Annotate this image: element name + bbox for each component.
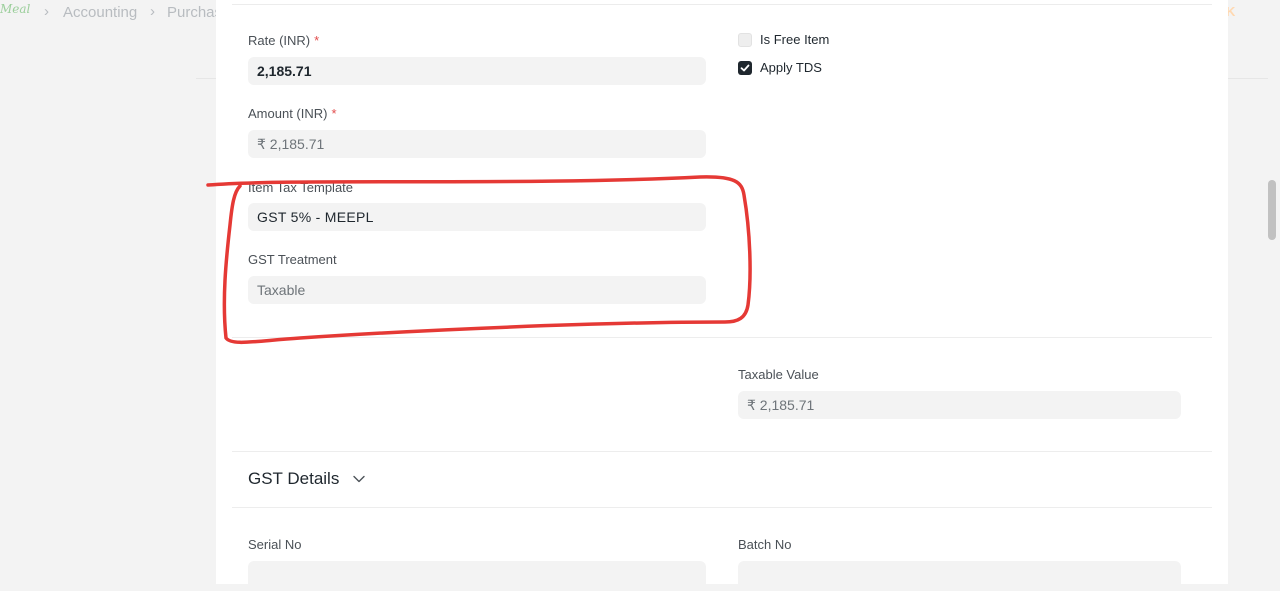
scrollbar-thumb[interactable] <box>1268 180 1276 240</box>
breadcrumb-item-accounting[interactable]: Accounting <box>63 4 137 21</box>
rate-input[interactable]: 2,185.71 <box>248 57 706 85</box>
required-mark: * <box>331 106 337 121</box>
rate-label: Rate (INR) * <box>248 33 320 48</box>
breadcrumb-item-purchase[interactable]: Purchas <box>167 4 222 21</box>
amount-label: Amount (INR) * <box>248 106 337 121</box>
item-tax-template-label: Item Tax Template <box>248 180 354 195</box>
amount-field: ₹ 2,185.71 <box>248 130 706 158</box>
gst-treatment-field: Taxable <box>248 276 706 304</box>
gst-details-section-title[interactable]: GST Details <box>248 469 339 489</box>
breadcrumb-separator-icon: › <box>150 3 155 20</box>
divider <box>196 78 216 79</box>
gst-treatment-label: GST Treatment <box>248 252 337 267</box>
serial-no-label: Serial No <box>248 537 302 552</box>
divider <box>232 4 1212 5</box>
apply-tds-label: Apply TDS <box>760 60 822 75</box>
chevron-down-icon[interactable] <box>352 474 366 484</box>
item-tax-template-input[interactable]: GST 5% - MEEPL <box>248 203 706 231</box>
check-icon <box>740 64 750 72</box>
required-mark: * <box>314 33 320 48</box>
app-logo[interactable]: Meal <box>0 2 30 16</box>
section-divider <box>232 451 1212 452</box>
is-free-item-checkbox[interactable] <box>738 33 752 47</box>
section-divider <box>232 507 1212 508</box>
section-divider <box>232 337 1212 338</box>
batch-no-input[interactable] <box>738 561 1181 591</box>
serial-no-input[interactable] <box>248 561 706 591</box>
batch-no-label: Batch No <box>738 537 792 552</box>
taxable-value-field: ₹ 2,185.71 <box>738 391 1181 419</box>
scrollbar-track[interactable] <box>1268 0 1280 584</box>
breadcrumb-separator-icon: › <box>44 3 49 20</box>
taxable-value-label: Taxable Value <box>738 367 819 382</box>
is-free-item-label: Is Free Item <box>760 32 830 47</box>
apply-tds-checkbox[interactable] <box>738 61 752 75</box>
divider <box>1228 78 1268 79</box>
